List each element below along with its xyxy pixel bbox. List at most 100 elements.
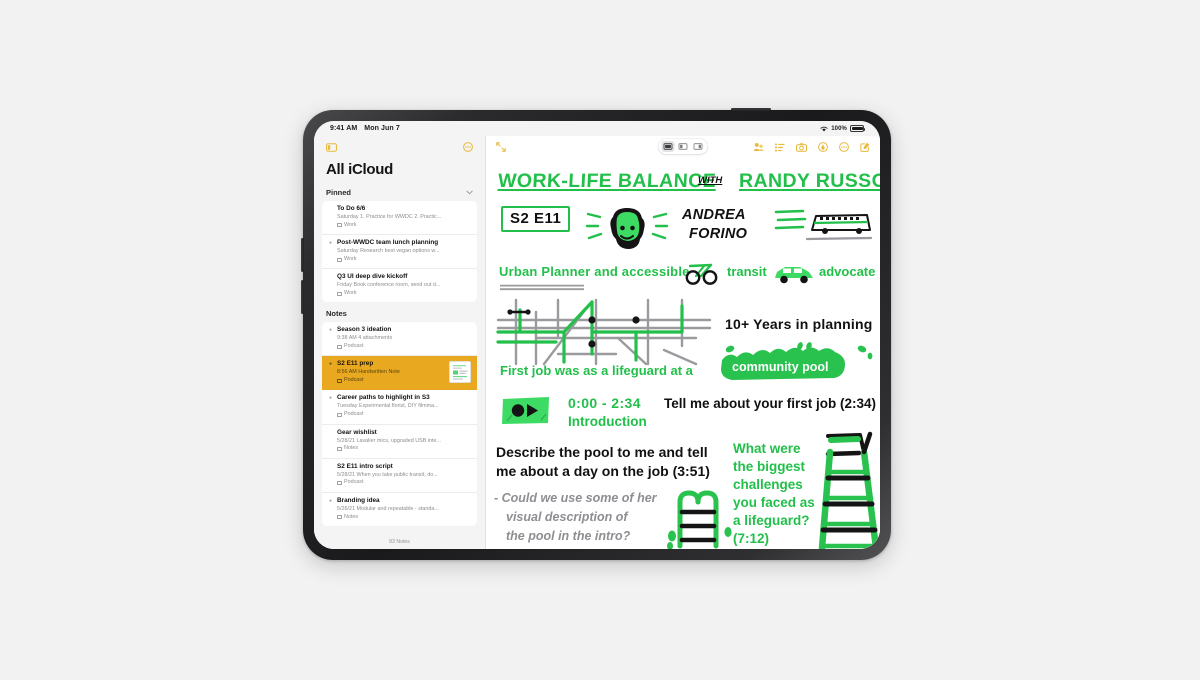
- sidebar-toolbar: [314, 136, 485, 158]
- expand-arrows-icon[interactable]: [496, 142, 506, 152]
- sidebar: All iCloud Pinned To Do 6/6 Saturday 1. …: [314, 136, 486, 549]
- camera-icon[interactable]: [796, 142, 808, 152]
- notes-app: All iCloud Pinned To Do 6/6 Saturday 1. …: [314, 136, 880, 549]
- side-note-line1: - Could we use some of her: [494, 491, 657, 505]
- list-item[interactable]: ● Career paths to highlight in S3 Tuesda…: [322, 390, 477, 425]
- question-1: Tell me about your first job (2:34): [664, 396, 877, 411]
- pin-icon: ●: [328, 361, 333, 368]
- power-button[interactable]: [731, 108, 771, 111]
- note-folder: Podcast: [337, 343, 471, 350]
- note-folder-label: Work: [344, 255, 357, 262]
- note-folder: Notes: [337, 514, 471, 521]
- ipad-device: 9:41 AM Mon Jun 7 100% All iCloud Pinned…: [301, 108, 891, 560]
- note-folder-label: Work: [344, 289, 357, 296]
- group-header-notes[interactable]: Notes: [314, 302, 485, 322]
- group-label: Notes: [326, 309, 347, 319]
- list-format-icon[interactable]: [775, 142, 785, 152]
- note-folder: Podcast: [337, 479, 471, 486]
- transit-map-icon: [496, 298, 714, 366]
- note-title-with: WITH: [698, 175, 723, 186]
- note-preview: 8:56 AM Handwritten Note: [337, 369, 400, 376]
- volume-down-button[interactable]: [301, 280, 304, 314]
- note-folder: Work: [337, 256, 471, 263]
- notes-count: 83 Notes: [314, 535, 485, 549]
- pin-icon: [328, 429, 333, 453]
- note-toolbar-actions: [753, 142, 870, 152]
- list-item[interactable]: ● Post-WWDC team lunch planning Saturday…: [322, 235, 477, 270]
- note-preview: 5/28/21 When you take public transit, do…: [337, 471, 438, 478]
- note-folder-label: Work: [344, 221, 357, 228]
- question-2-line2: me about a day on the job (3:51): [496, 463, 710, 479]
- list-item[interactable]: ● Season 3 ideation 9:38 AM 4 attachment…: [322, 322, 477, 357]
- note-folder: Podcast: [337, 411, 471, 418]
- pool-ladder-icon: [664, 484, 736, 549]
- sidebar-toggle-icon[interactable]: [326, 142, 337, 152]
- list-item[interactable]: ● Branding idea 5/26/21 Modular and repe…: [322, 493, 477, 526]
- note-thumbnail: [449, 361, 471, 384]
- list-item-selected[interactable]: ● S2 E11 prep 8:56 AM Handwritten Note P…: [322, 356, 477, 391]
- notes-list-pinned: To Do 6/6 Saturday 1. Practice for WWDC …: [322, 201, 477, 303]
- folder-icon: [337, 481, 342, 486]
- episode-badge: S2 E11: [501, 206, 571, 232]
- note-title-handwritten: WORK-LIFE BALANCE: [497, 170, 717, 192]
- notes-list-notes: ● Season 3 ideation 9:38 AM 4 attachment…: [322, 322, 477, 526]
- handwritten-note-canvas[interactable]: WORK-LIFE BALANCE WITH RANDY RUSSO S2 E1…: [486, 158, 880, 549]
- status-date: Mon Jun 7: [364, 125, 400, 132]
- side-note-line2: visual description of: [506, 510, 628, 524]
- role-transit-word: transit: [727, 264, 767, 279]
- pin-icon: ●: [328, 395, 333, 402]
- green-question-line-3: challenges: [733, 477, 803, 492]
- layout-mode-switcher[interactable]: [658, 139, 708, 154]
- segment-time: 0:00 - 2:34: [568, 395, 641, 411]
- wifi-icon: [820, 126, 828, 132]
- markup-pen-icon[interactable]: [818, 142, 828, 152]
- notes-list-scroll[interactable]: Pinned To Do 6/6 Saturday 1. Practice fo: [314, 185, 485, 535]
- list-item[interactable]: S2 E11 intro script 5/28/21 When you tak…: [322, 459, 477, 493]
- note-folder: Work: [337, 290, 471, 297]
- note-folder-label: Podcast: [344, 411, 364, 418]
- screenshot-stage: 9:41 AM Mon Jun 7 100% All iCloud Pinned…: [0, 0, 1200, 680]
- list-item[interactable]: Gear wishlist 5/28/21 Lavalier mics, upg…: [322, 425, 477, 459]
- battery-full-icon: [850, 125, 865, 132]
- note-title: Q3 UI deep dive kickoff: [337, 273, 408, 281]
- note-preview: Saturday 1. Practice for WWDC 2. Practic…: [337, 214, 442, 220]
- episode-badge-label: S2 E11: [510, 210, 562, 227]
- chevron-down-icon[interactable]: [466, 190, 473, 195]
- note-title: S2 E11 prep: [337, 360, 374, 368]
- share-person-icon[interactable]: [753, 142, 764, 152]
- note-folder-label: Podcast: [344, 479, 364, 486]
- guest-name-line1: ANDREA: [682, 207, 746, 223]
- bicycle-icon: [684, 262, 720, 286]
- first-job-line: First job was as a lifeguard at a: [500, 363, 693, 378]
- layout-full-icon[interactable]: [661, 141, 675, 152]
- note-title: Season 3 ideation: [337, 326, 392, 334]
- note-folder: Notes: [337, 445, 471, 452]
- compose-icon[interactable]: [860, 142, 870, 152]
- role-underline: [499, 284, 585, 291]
- pin-icon: ●: [328, 240, 333, 247]
- folder-icon: [337, 412, 342, 417]
- note-preview: Saturday Research best vegan options w..…: [337, 248, 440, 255]
- note-preview: 9:38 AM 4 attachments: [337, 335, 393, 342]
- folder-icon: [337, 447, 342, 451]
- layout-slide-over-icon[interactable]: [692, 141, 705, 152]
- device-screen: 9:41 AM Mon Jun 7 100% All iCloud Pinned…: [314, 121, 880, 549]
- note-folder: Podcast: [337, 377, 445, 384]
- folder-icon: [337, 378, 342, 383]
- group-header-pinned[interactable]: Pinned: [314, 185, 485, 201]
- layout-split-left-icon[interactable]: [677, 141, 690, 152]
- folder-icon: [337, 344, 342, 349]
- volume-up-button[interactable]: [301, 238, 304, 272]
- role-line: Urban Planner and accessible: [499, 264, 690, 279]
- list-item[interactable]: Q3 UI deep dive kickoff Friday Book conf…: [322, 269, 477, 302]
- more-circle-icon[interactable]: [463, 142, 473, 152]
- pin-icon: [328, 205, 333, 229]
- more-circle-icon[interactable]: [839, 142, 849, 152]
- note-preview: 5/28/21 Lavalier mics, upgraded USB inte…: [337, 437, 441, 444]
- pin-icon: ●: [328, 497, 333, 504]
- note-title: Branding idea: [337, 496, 380, 504]
- note-folder-label: Notes: [344, 513, 359, 520]
- note-toolbar: [486, 136, 880, 158]
- list-item[interactable]: To Do 6/6 Saturday 1. Practice for WWDC …: [322, 201, 477, 236]
- play-button-icon[interactable]: [501, 396, 551, 425]
